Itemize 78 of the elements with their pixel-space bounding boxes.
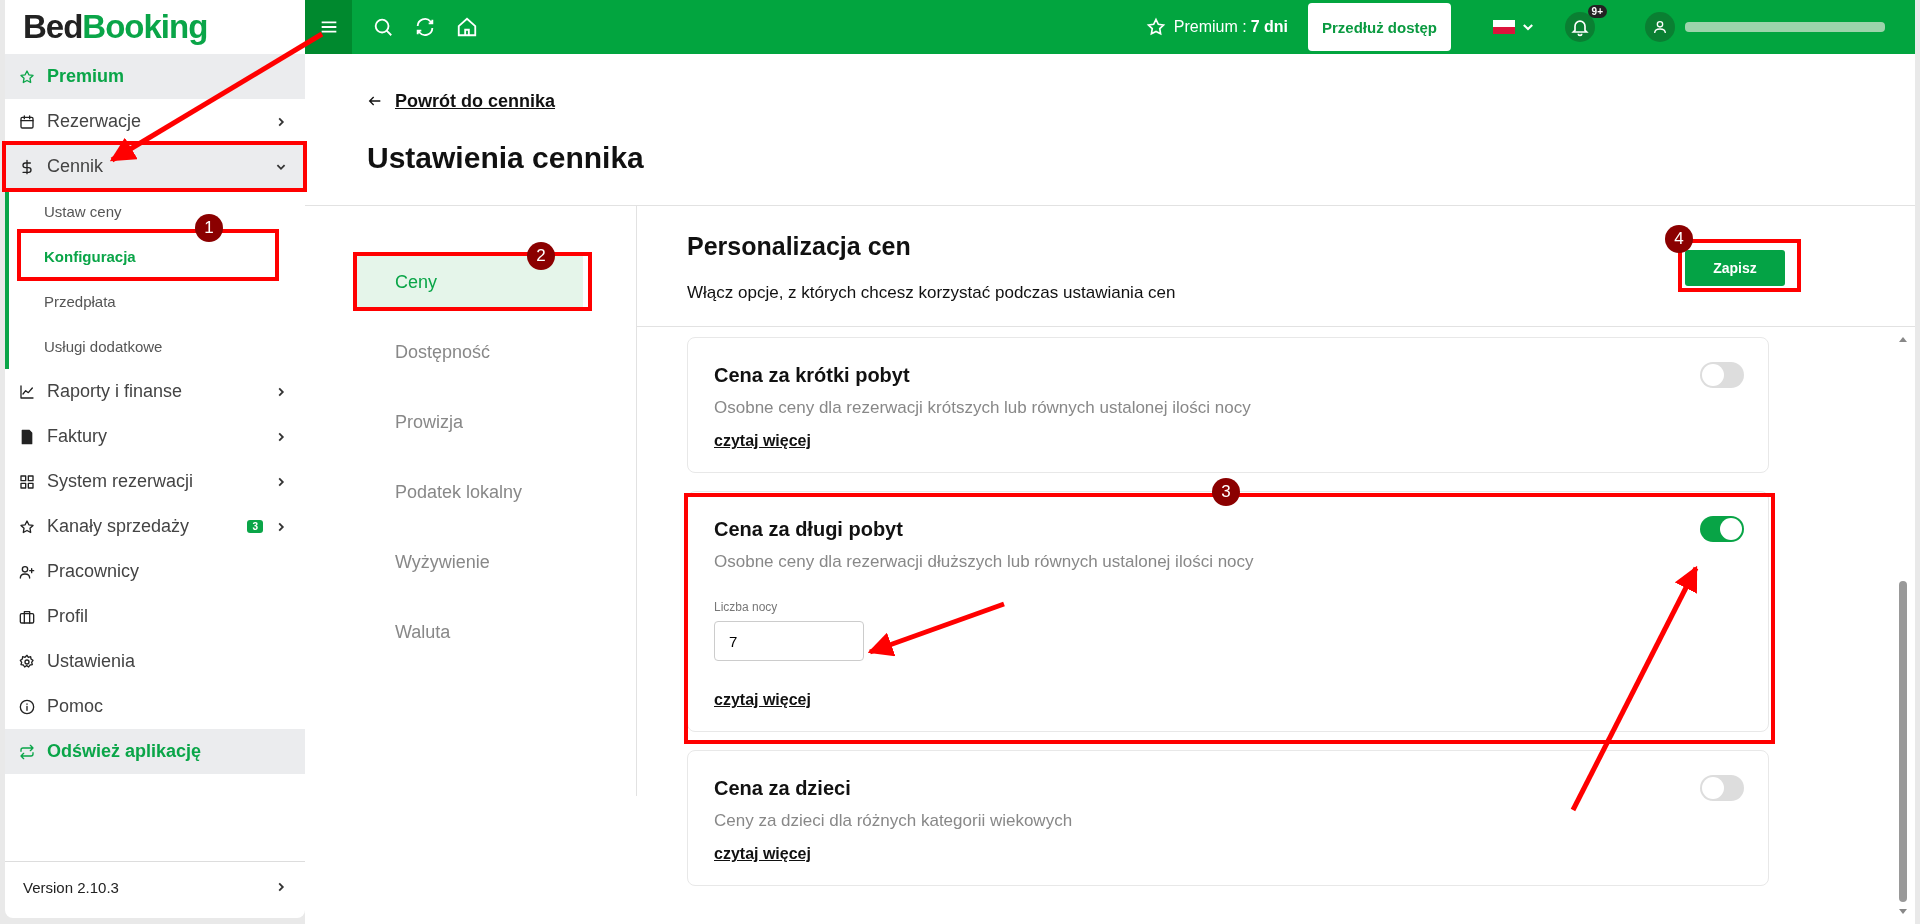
option-title: Cena za krótki pobyt — [714, 363, 910, 387]
field-label: Liczba nocy — [714, 600, 779, 614]
submenu-item[interactable]: Przedpłata — [44, 293, 116, 310]
sidebar-item[interactable]: Rezerwacje — [5, 99, 305, 144]
sidebar-item[interactable]: Pracownicy — [5, 549, 305, 594]
star-icon — [19, 518, 35, 535]
refresh-icon — [19, 743, 35, 760]
premium-days: 7 dni — [1250, 18, 1288, 36]
extend-access-button[interactable]: Przedłuż dostęp — [1308, 3, 1451, 51]
menu-label: Pomoc — [47, 696, 105, 717]
read-more-link[interactable]: czytaj więcej — [714, 845, 811, 862]
user-icon — [1652, 19, 1668, 35]
refresh-icon[interactable] — [414, 16, 436, 38]
menu-label: Faktury — [47, 426, 108, 447]
option-description: Osobne ceny dla rezerwacji krótszych lub równych ustalonej ilości nocy — [714, 398, 1252, 418]
scrollbar-thumb[interactable] — [1899, 581, 1907, 902]
premium-label: Premium : — [1173, 18, 1247, 36]
submenu-item[interactable]: Usługi dodatkowe — [44, 338, 163, 355]
menu-label: Profil — [47, 606, 89, 627]
info-icon — [19, 698, 35, 715]
sidebar-item[interactable]: Ustawienia — [5, 639, 305, 684]
read-more-link[interactable]: czytaj więcej — [714, 691, 811, 708]
home-icon[interactable] — [456, 16, 478, 38]
sidebar-item[interactable]: Kanały sprzedaży 3 — [5, 504, 305, 549]
toggle-switch[interactable] — [1700, 362, 1744, 388]
option-description: Osobne ceny dla rezerwacji dłuższych lub równych ustalonej ilości nocy — [714, 552, 1255, 572]
nights-input[interactable]: 7 — [714, 621, 864, 661]
menu-label: Odśwież aplikację — [47, 741, 203, 762]
count-badge: 3 — [247, 520, 263, 533]
calendar-icon — [19, 113, 35, 130]
menu-label: Rezerwacje — [47, 111, 143, 132]
search-icon[interactable] — [372, 16, 394, 38]
user-plus-icon — [19, 563, 35, 580]
logo[interactable]: BedBooking — [5, 0, 305, 54]
star-icon — [19, 68, 35, 85]
read-more-link[interactable]: czytaj więcej — [714, 432, 811, 449]
menu-label: Premium — [47, 66, 126, 87]
avatar[interactable] — [1645, 12, 1675, 42]
menu-label: Ustawienia — [47, 651, 137, 672]
section-title: Personalizacja cen — [687, 232, 912, 261]
sidebar-item[interactable]: Raporty i finanse — [5, 369, 305, 414]
settings-tab[interactable]: Dostępność — [355, 325, 583, 379]
page-title: Ustawienia cennika — [367, 141, 645, 175]
invoice-icon — [19, 428, 35, 445]
sidebar-item[interactable]: System rezerwacji — [5, 459, 305, 504]
settings-icon — [19, 653, 35, 670]
briefcase-icon — [19, 608, 35, 625]
menu-label: Raporty i finanse — [47, 381, 184, 402]
star-icon — [1145, 17, 1166, 37]
toggle-switch[interactable] — [1700, 516, 1744, 542]
submenu-item[interactable]: Ustaw ceny — [44, 203, 122, 220]
option-title: Cena za długi pobyt — [714, 517, 903, 541]
settings-tab[interactable]: Wyżywienie — [355, 535, 583, 589]
menu-button[interactable] — [305, 0, 352, 54]
bell-icon — [1570, 17, 1590, 37]
dollar-icon — [19, 158, 35, 175]
option-description: Ceny za dzieci dla różnych kategorii wiekowych — [714, 811, 1074, 831]
menu-label: System rezerwacji — [47, 471, 195, 492]
settings-tab[interactable]: Prowizja — [355, 395, 583, 449]
menu-label: Kanały sprzedaży — [47, 516, 191, 537]
notification-count: 9+ — [1587, 5, 1607, 18]
sidebar-item[interactable]: Faktury — [5, 414, 305, 459]
version-label: Version 2.10.3 — [23, 878, 119, 896]
chart-icon — [19, 383, 35, 400]
settings-tab[interactable]: Waluta — [355, 605, 583, 659]
toggle-switch[interactable] — [1700, 775, 1744, 801]
sidebar-item[interactable]: Pomoc — [5, 684, 305, 729]
scroll-up-icon[interactable] — [1898, 335, 1908, 345]
back-link[interactable]: Powrót do cennika — [395, 90, 556, 112]
section-subtitle: Włącz opcje, z których chcesz korzystać podczas ustawiania cen — [687, 283, 1176, 303]
grid-icon — [19, 473, 35, 490]
scroll-down-icon[interactable] — [1898, 906, 1908, 916]
settings-tab[interactable]: Podatek lokalny — [355, 465, 583, 519]
menu-label: Pracownicy — [47, 561, 141, 582]
flag-icon[interactable] — [1493, 20, 1515, 34]
option-title: Cena za dzieci — [714, 776, 851, 800]
menu-label: Cennik — [47, 156, 105, 177]
sidebar-item[interactable]: Profil — [5, 594, 305, 639]
